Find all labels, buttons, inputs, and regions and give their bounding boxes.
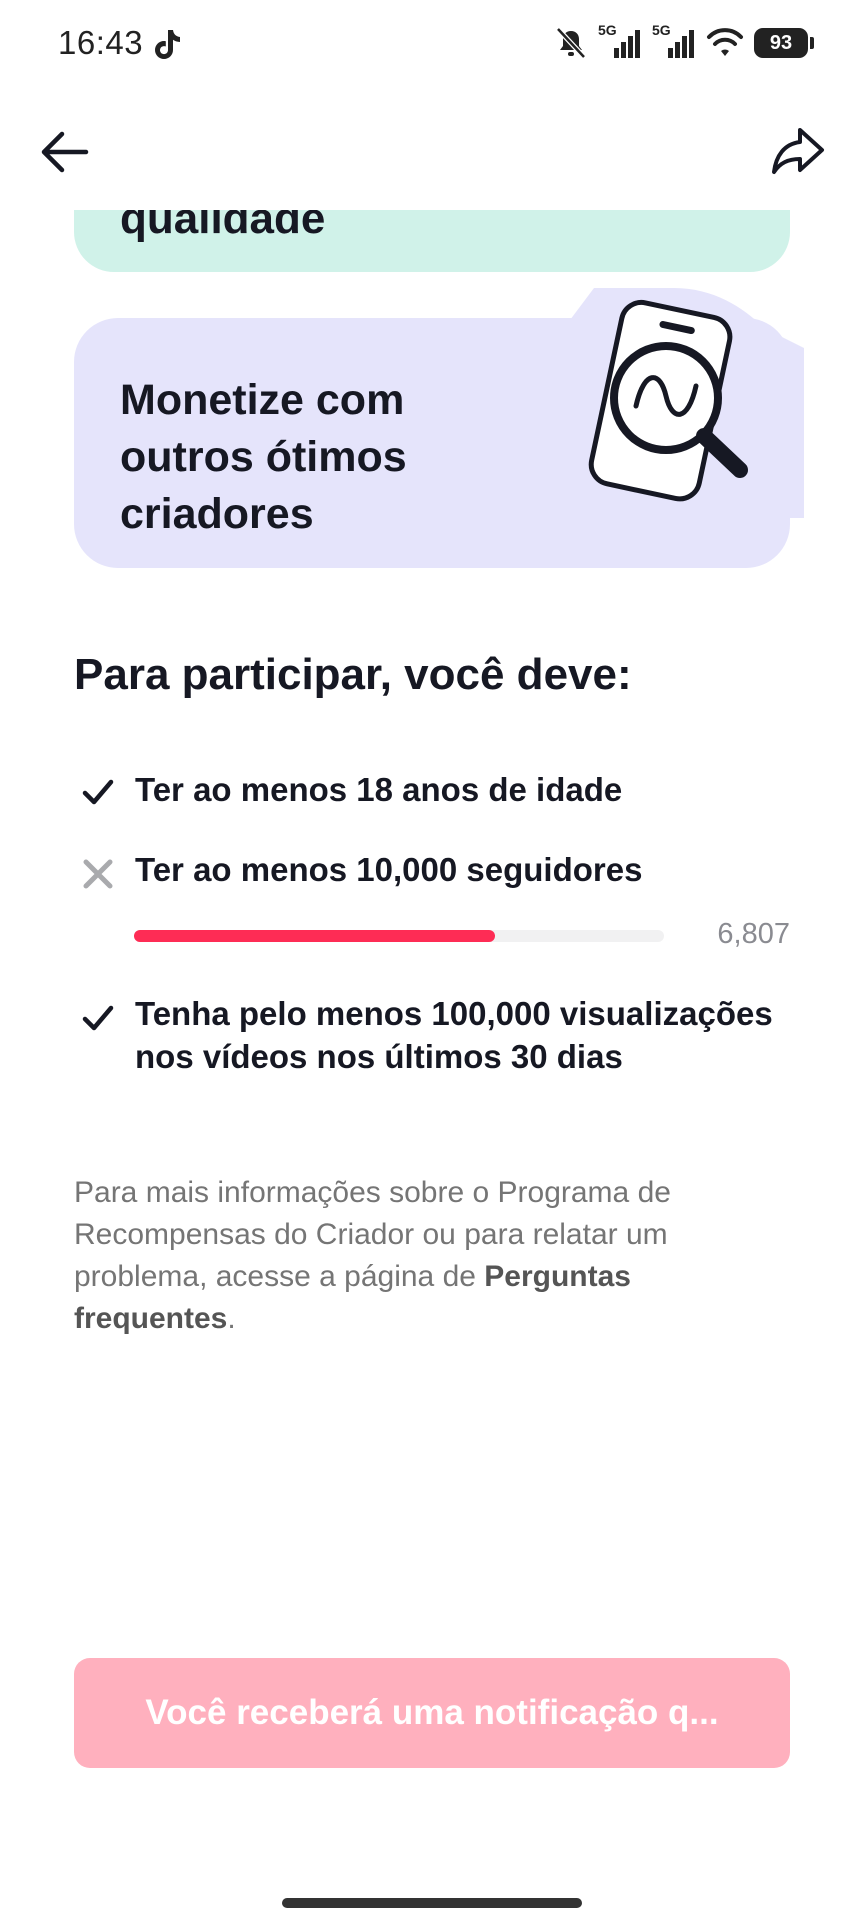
notification-button[interactable]: Você receberá uma notificação q... bbox=[74, 1658, 790, 1768]
mute-icon bbox=[556, 27, 586, 59]
info-text-end: . bbox=[227, 1302, 236, 1335]
benefit-card-monetize: Monetize com outros ótimos criadores bbox=[74, 288, 804, 568]
requirement-text: Tenha pelo menos 100,000 visualizações n… bbox=[135, 995, 773, 1075]
requirement-text: Ter ao menos 10,000 seguidores bbox=[135, 851, 643, 888]
signal-1: 5G bbox=[598, 22, 642, 60]
wifi-icon bbox=[707, 28, 743, 56]
signal-icon bbox=[614, 30, 640, 58]
signal-icon bbox=[668, 30, 694, 58]
info-paragraph: Para mais informações sobre o Programa d… bbox=[74, 1172, 790, 1340]
battery-icon: 93 bbox=[754, 28, 814, 58]
tiktok-icon bbox=[155, 30, 180, 59]
checkmark-icon bbox=[82, 1005, 114, 1031]
benefit-card-quality: qualidade bbox=[74, 210, 790, 272]
benefit-card-title: qualidade bbox=[120, 210, 326, 243]
cross-icon bbox=[83, 859, 113, 889]
requirement-text: Ter ao menos 18 anos de idade bbox=[135, 771, 623, 808]
status-bar: 16:43 5G 5G 93 bbox=[0, 0, 864, 90]
signal-2: 5G bbox=[652, 22, 696, 60]
followers-progress-bar bbox=[134, 930, 664, 942]
benefit-card-title: Monetize com outros ótimos criadores bbox=[120, 376, 407, 538]
requirements-heading: Para participar, você deve: bbox=[74, 650, 632, 699]
phone-magnifier-illustration bbox=[564, 288, 804, 518]
page: 16:43 5G 5G 93 qualidade Monetize com ou… bbox=[0, 0, 864, 1920]
status-time: 16:43 bbox=[58, 24, 144, 61]
share-icon[interactable] bbox=[770, 124, 826, 178]
followers-count: 6,807 bbox=[717, 918, 790, 950]
checkmark-icon bbox=[82, 779, 114, 805]
arrow-left-icon[interactable] bbox=[38, 128, 90, 176]
followers-progress-fill bbox=[134, 930, 495, 942]
status-icons: 5G 5G 93 bbox=[554, 22, 814, 60]
home-indicator[interactable] bbox=[282, 1898, 582, 1908]
